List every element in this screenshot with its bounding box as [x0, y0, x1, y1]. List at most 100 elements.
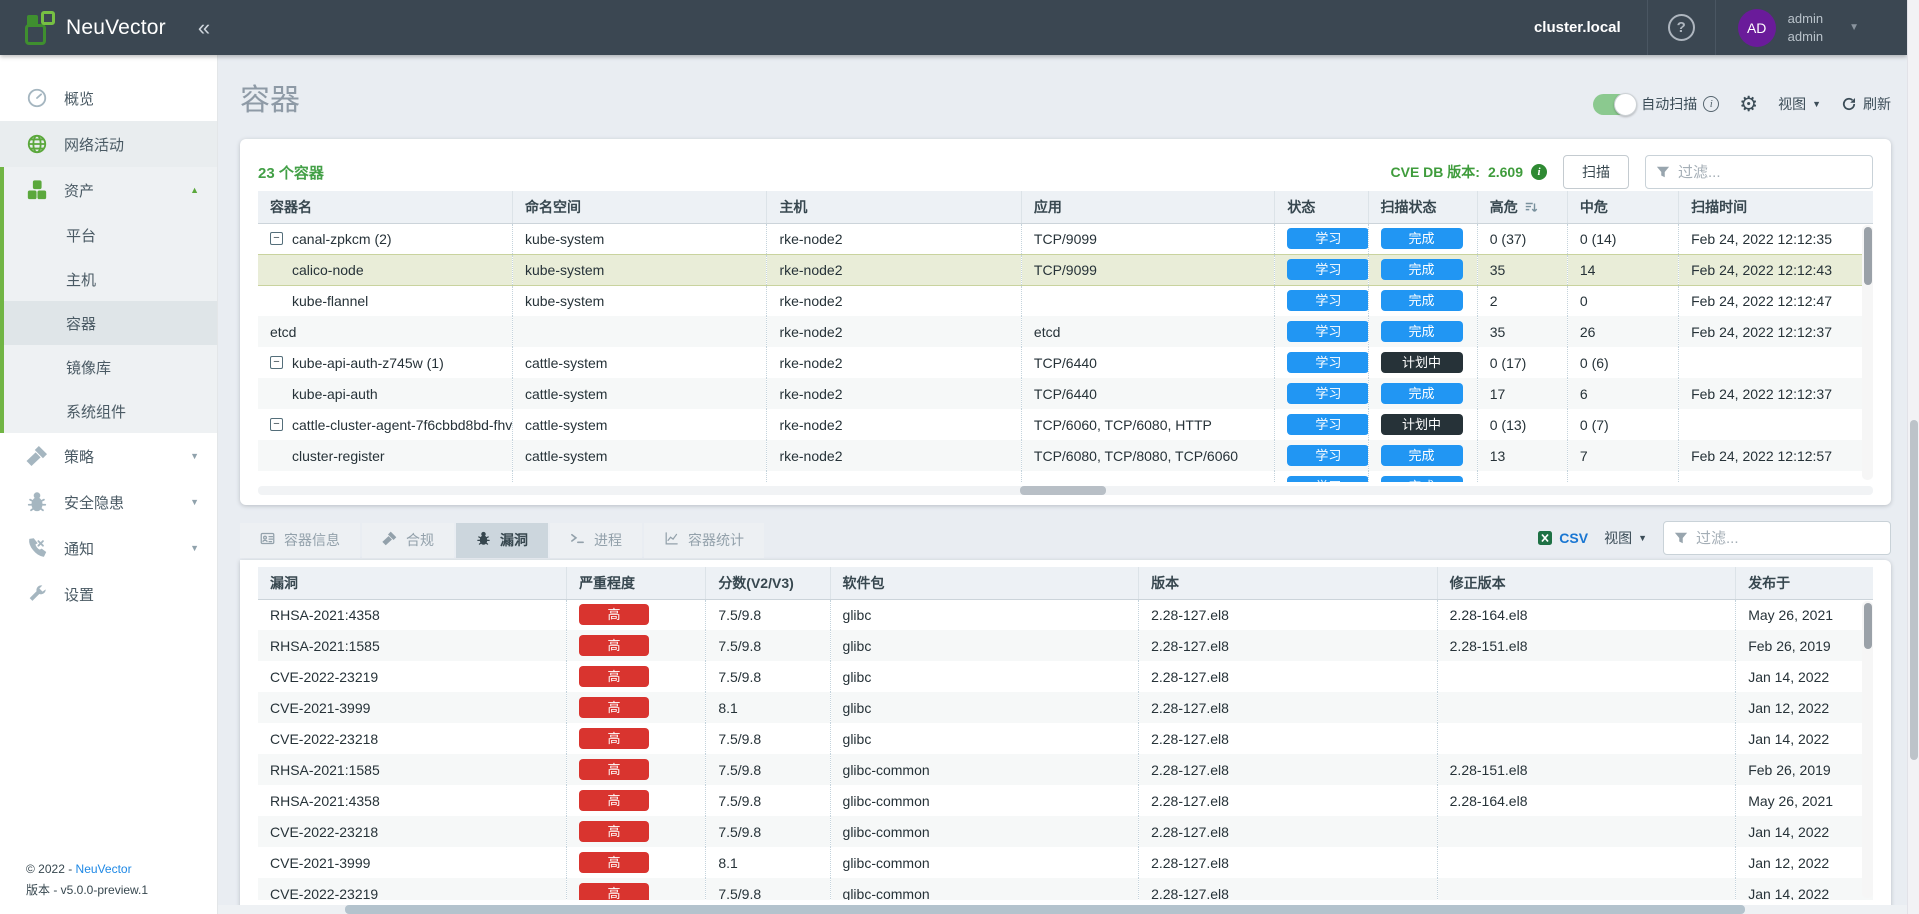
vulnerability-row[interactable]: RHSA-2021:4358高7.5/9.8glibc2.28-127.el82…	[258, 599, 1873, 630]
sidebar-item-平台[interactable]: 平台	[4, 213, 217, 257]
containers-filter-input[interactable]	[1678, 164, 1862, 181]
container-row[interactable]: etcdrke-node2etcd学习完成3526Feb 24, 2022 12…	[258, 316, 1873, 347]
vulnerability-row[interactable]: CVE-2022-23218高7.5/9.8glibc-common2.28-1…	[258, 816, 1873, 847]
column-header-版本[interactable]: 版本	[1139, 567, 1438, 599]
score-cell: 7.5/9.8	[706, 785, 830, 816]
tab-进程[interactable]: 进程	[550, 523, 642, 558]
version-cell: 2.28-127.el8	[1139, 630, 1438, 661]
sidebar-subitem-label: 平台	[66, 225, 96, 246]
column-header-严重程度[interactable]: 严重程度	[567, 567, 706, 599]
containers-table-scrollbar[interactable]	[1862, 225, 1873, 480]
column-header-漏洞[interactable]: 漏洞	[258, 567, 567, 599]
column-header-软件包[interactable]: 软件包	[830, 567, 1139, 599]
vulnerability-row[interactable]: RHSA-2021:4358高7.5/9.8glibc-common2.28-1…	[258, 785, 1873, 816]
column-header-命名空间[interactable]: 命名空间	[512, 191, 766, 223]
tab-合规[interactable]: 合规	[362, 523, 454, 558]
scan-button[interactable]: 扫描	[1563, 155, 1629, 189]
container-name-cell: −cattle-cluster-agent-7f6cbbd8bd-fhvs	[258, 409, 512, 440]
page-vertical-scrollbar[interactable]	[1907, 0, 1919, 914]
sidebar-item-镜像库[interactable]: 镜像库	[4, 345, 217, 389]
sidebar-item-设置[interactable]: 设置	[0, 571, 217, 617]
chart-icon	[664, 531, 679, 549]
auto-scan-toggle[interactable]	[1593, 94, 1635, 115]
host-cell: rke-node2	[767, 347, 1021, 378]
cve-cell: CVE-2021-3999	[258, 847, 567, 878]
collapse-row-icon[interactable]: −	[270, 418, 283, 431]
score-cell: 8.1	[706, 847, 830, 878]
container-row[interactable]: −cattle-cluster-agent-7f6cbbd8bd-fhvscat…	[258, 409, 1873, 440]
severity-badge: 高	[579, 635, 649, 656]
user-menu-caret-icon[interactable]: ▼	[1849, 22, 1859, 33]
refresh-button[interactable]: 刷新	[1841, 94, 1891, 114]
container-row[interactable]: 学习完成	[258, 471, 1873, 482]
score-cell: 7.5/9.8	[706, 661, 830, 692]
containers-hscrollbar[interactable]	[258, 486, 1873, 495]
view-menu-button[interactable]: 视图 ▼	[1778, 94, 1821, 114]
csv-label: CSV	[1559, 530, 1588, 546]
column-header-中危[interactable]: 中危	[1567, 191, 1678, 223]
column-header-分数(V2/V3)[interactable]: 分数(V2/V3)	[706, 567, 830, 599]
container-row[interactable]: calico-nodekube-systemrke-node2TCP/9099学…	[258, 254, 1873, 285]
vulnerability-row[interactable]: RHSA-2021:1585高7.5/9.8glibc2.28-127.el82…	[258, 630, 1873, 661]
vulnerability-row[interactable]: CVE-2021-3999高8.1glibc-common2.28-127.el…	[258, 847, 1873, 878]
sidebar-item-系统组件[interactable]: 系统组件	[4, 389, 217, 433]
sidebar-collapse-button[interactable]: «	[198, 17, 210, 39]
vulnerability-row[interactable]: RHSA-2021:1585高7.5/9.8glibc-common2.28-1…	[258, 754, 1873, 785]
help-icon[interactable]: ?	[1668, 14, 1695, 41]
container-row[interactable]: cluster-registercattle-systemrke-node2TC…	[258, 440, 1873, 471]
sidebar-item-概览[interactable]: 概览	[0, 75, 217, 121]
sidebar-item-安全隐患[interactable]: 安全隐患▼	[0, 479, 217, 525]
vulnerability-row[interactable]: CVE-2022-23219高7.5/9.8glibc2.28-127.el8J…	[258, 661, 1873, 692]
vulnerability-row[interactable]: CVE-2021-3999高8.1glibc2.28-127.el8Jan 12…	[258, 692, 1873, 723]
vulnerability-row[interactable]: CVE-2022-23219高7.5/9.8glibc-common2.28-1…	[258, 878, 1873, 900]
namespace-cell: cattle-system	[512, 409, 766, 440]
namespace-cell	[512, 471, 766, 482]
sidebar-item-网络活动[interactable]: 网络活动	[0, 121, 217, 167]
sidebar-item-通知[interactable]: 通知▼	[0, 525, 217, 571]
bug-icon	[476, 531, 491, 549]
containers-table: 容器名命名空间主机应用状态扫描状态高危中危扫描时间−canal-zpkcm (2…	[258, 191, 1873, 482]
column-header-发布于[interactable]: 发布于	[1736, 567, 1873, 599]
container-row[interactable]: −canal-zpkcm (2)kube-systemrke-node2TCP/…	[258, 223, 1873, 254]
auto-scan-label: 自动扫描	[1641, 94, 1697, 114]
column-header-高危[interactable]: 高危	[1477, 191, 1567, 223]
settings-button[interactable]: ⚙	[1739, 94, 1758, 115]
filter-funnel-icon	[1674, 531, 1688, 545]
tab-容器统计[interactable]: 容器统计	[644, 523, 764, 558]
auto-scan-info-icon[interactable]: i	[1703, 96, 1719, 112]
cvedb-info-icon[interactable]: i	[1531, 164, 1547, 180]
column-header-修正版本[interactable]: 修正版本	[1437, 567, 1736, 599]
collapse-row-icon[interactable]: −	[270, 232, 283, 245]
vulnerabilities-filter-input[interactable]	[1696, 530, 1880, 547]
column-header-状态[interactable]: 状态	[1275, 191, 1368, 223]
container-row[interactable]: kube-api-authcattle-systemrke-node2TCP/6…	[258, 378, 1873, 409]
detail-view-menu-button[interactable]: 视图 ▼	[1604, 528, 1647, 548]
collapse-row-icon[interactable]: −	[270, 356, 283, 369]
published-cell: Jan 14, 2022	[1736, 816, 1873, 847]
state-badge: 学习	[1287, 352, 1368, 373]
column-header-主机[interactable]: 主机	[767, 191, 1021, 223]
high-count-cell: 17	[1477, 378, 1567, 409]
chevron-up-icon: ▲	[190, 185, 199, 195]
page-horizontal-scrollbar[interactable]	[218, 905, 1907, 914]
tab-label: 合规	[406, 530, 434, 550]
tab-容器信息[interactable]: 容器信息	[240, 523, 360, 558]
container-row[interactable]: kube-flannelkube-systemrke-node2学习完成20Fe…	[258, 285, 1873, 316]
column-header-扫描状态[interactable]: 扫描状态	[1368, 191, 1477, 223]
neuvector-link[interactable]: NeuVector	[76, 862, 132, 876]
container-row[interactable]: −kube-api-auth-z745w (1)cattle-systemrke…	[258, 347, 1873, 378]
sidebar-item-主机[interactable]: 主机	[4, 257, 217, 301]
app-cell: etcd	[1021, 316, 1274, 347]
tab-漏洞[interactable]: 漏洞	[456, 523, 548, 558]
sidebar-item-容器[interactable]: 容器	[4, 301, 217, 345]
column-header-应用[interactable]: 应用	[1021, 191, 1274, 223]
csv-export-button[interactable]: CSV	[1537, 530, 1588, 546]
sidebar-item-资产[interactable]: 资产▲	[4, 167, 217, 213]
user-avatar[interactable]: AD	[1738, 9, 1776, 47]
column-header-容器名[interactable]: 容器名	[258, 191, 512, 223]
vulnerability-row[interactable]: CVE-2022-23218高7.5/9.8glibc2.28-127.el8J…	[258, 723, 1873, 754]
column-header-扫描时间[interactable]: 扫描时间	[1679, 191, 1873, 223]
vulnerabilities-table-scrollbar[interactable]	[1862, 601, 1873, 898]
fixed-version-cell: 2.28-151.el8	[1437, 630, 1736, 661]
sidebar-item-策略[interactable]: 策略▼	[0, 433, 217, 479]
